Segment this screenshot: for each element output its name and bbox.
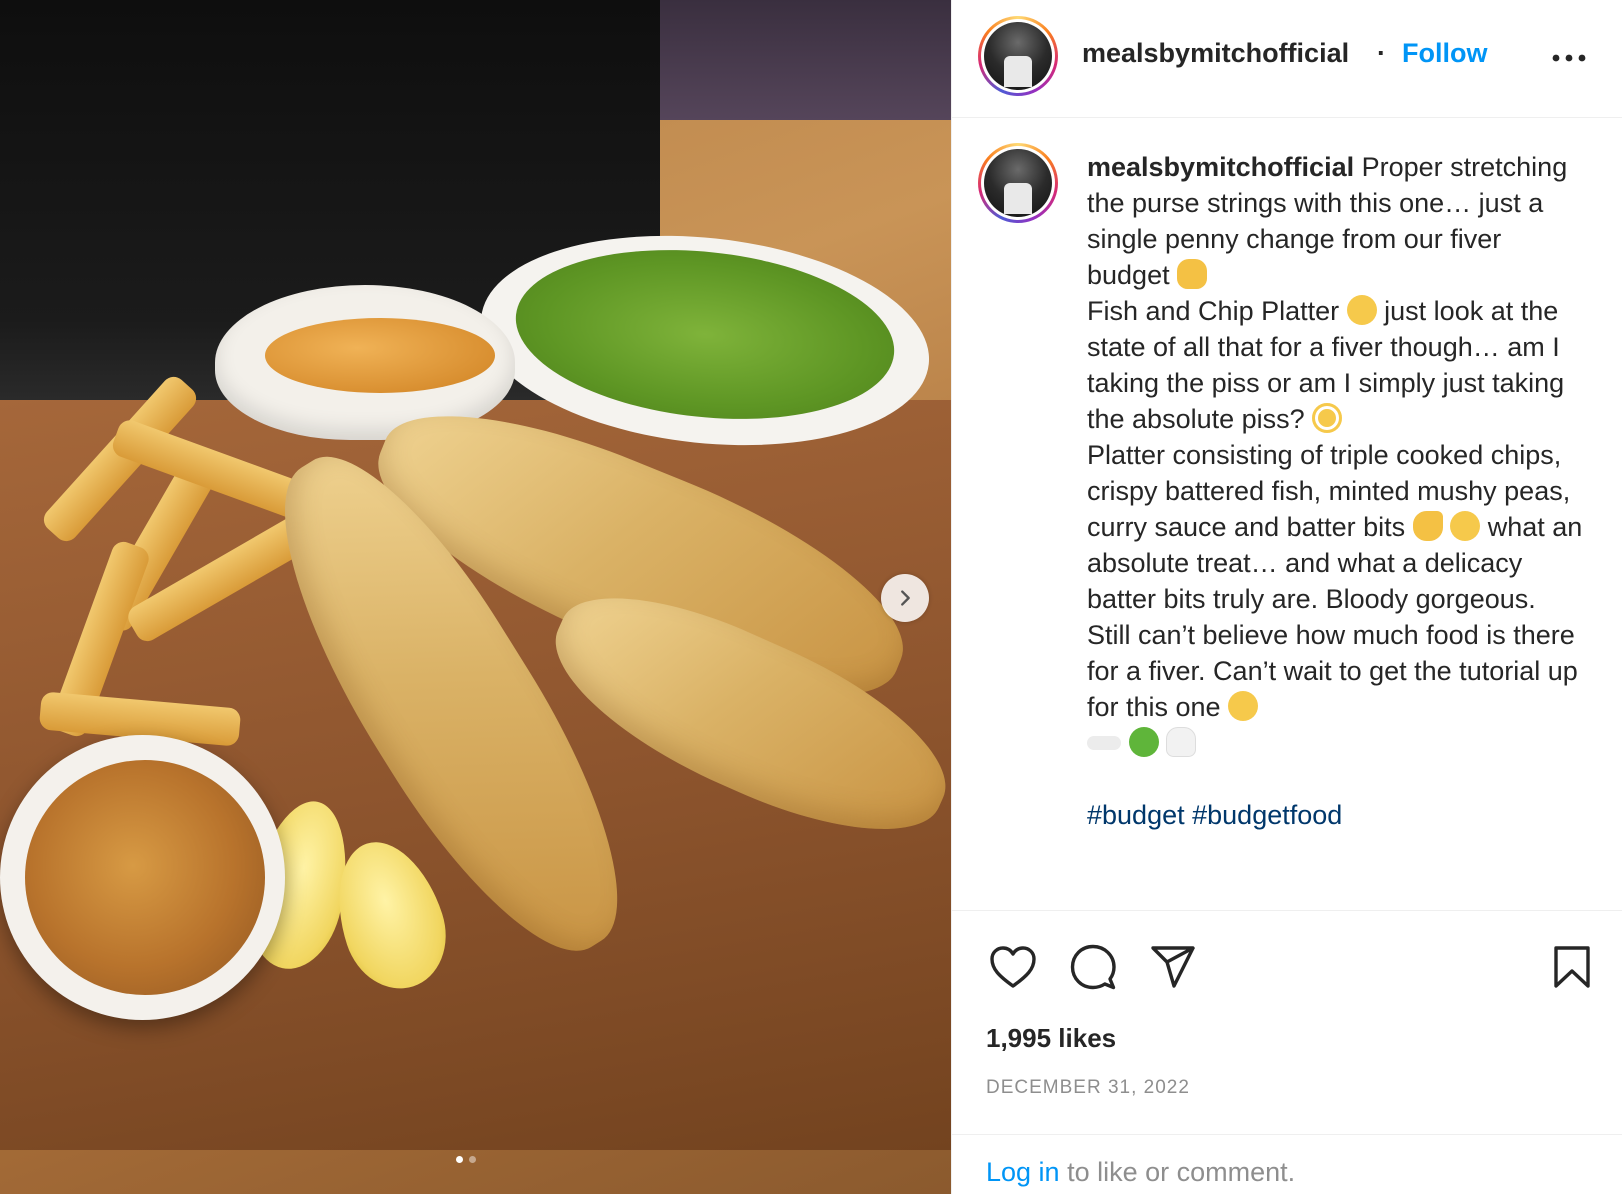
avatar-image bbox=[984, 22, 1052, 90]
relieved-face-emoji bbox=[1228, 691, 1259, 721]
wall-background bbox=[660, 0, 951, 120]
hashtag-link[interactable]: #budget bbox=[1087, 800, 1185, 830]
carousel-indicator bbox=[456, 1156, 476, 1163]
hashtag-link[interactable]: #budgetfood bbox=[1192, 800, 1342, 830]
post-date[interactable]: DECEMBER 31, 2022 bbox=[986, 1077, 1190, 1099]
pinching-hand-emoji bbox=[1412, 511, 1443, 541]
avatar[interactable] bbox=[978, 16, 1058, 96]
likes-count[interactable]: 1,995 likes bbox=[986, 1023, 1116, 1054]
save-button[interactable] bbox=[1546, 941, 1598, 993]
like-button[interactable] bbox=[987, 941, 1039, 993]
green-apple-emoji bbox=[1128, 727, 1159, 757]
carousel-dot-active bbox=[456, 1156, 463, 1163]
curry-sauce bbox=[265, 318, 495, 393]
caption-text: mealsbymitchofficial Proper stretching t… bbox=[1087, 149, 1587, 833]
caption-line: Fish and Chip Platter bbox=[1087, 296, 1340, 326]
heart-icon bbox=[990, 946, 1036, 988]
avatar-image bbox=[984, 149, 1052, 217]
chevron-right-icon bbox=[901, 590, 910, 606]
share-button[interactable] bbox=[1147, 941, 1199, 993]
bone-emoji bbox=[1087, 736, 1121, 750]
bookmark-icon bbox=[1554, 946, 1590, 988]
post-sidebar: mealsbymitchofficial · Follow mealsbymit… bbox=[951, 0, 1622, 1194]
caption-username-link[interactable]: mealsbymitchofficial bbox=[1087, 152, 1354, 182]
share-icon bbox=[1151, 946, 1195, 988]
caption-section: mealsbymitchofficial Proper stretching t… bbox=[952, 119, 1622, 909]
carousel-dot bbox=[469, 1156, 476, 1163]
login-prompt: Log in to like or comment. bbox=[952, 1134, 1622, 1194]
follow-button[interactable]: Follow bbox=[1402, 38, 1487, 69]
more-options-button[interactable] bbox=[1549, 40, 1589, 76]
tooth-emoji bbox=[1166, 727, 1197, 757]
relieved-face-emoji bbox=[1346, 295, 1377, 325]
action-bar: 1,995 likes DECEMBER 31, 2022 Log in to … bbox=[952, 910, 1622, 1194]
separator-dot: · bbox=[1377, 38, 1386, 68]
login-prompt-text: to like or comment. bbox=[1059, 1157, 1296, 1187]
flushed-face-emoji bbox=[1312, 403, 1343, 433]
more-horizontal-icon bbox=[1552, 54, 1586, 62]
comment-icon bbox=[1070, 944, 1116, 990]
login-link[interactable]: Log in bbox=[986, 1157, 1060, 1187]
caption-line: Still can’t believe how much food is the… bbox=[1087, 620, 1578, 722]
post-image[interactable] bbox=[0, 0, 951, 1194]
carousel-next-button[interactable] bbox=[881, 574, 929, 622]
relieved-face-emoji bbox=[1450, 511, 1481, 541]
batter-bits bbox=[25, 760, 265, 995]
hashtags: #budget #budgetfood bbox=[1087, 797, 1587, 833]
post-header: mealsbymitchofficial · Follow bbox=[952, 0, 1622, 118]
comment-button[interactable] bbox=[1067, 941, 1119, 993]
raising-hands-emoji bbox=[1177, 259, 1208, 289]
caption-avatar[interactable] bbox=[978, 143, 1058, 223]
username-link[interactable]: mealsbymitchofficial bbox=[1082, 38, 1349, 69]
